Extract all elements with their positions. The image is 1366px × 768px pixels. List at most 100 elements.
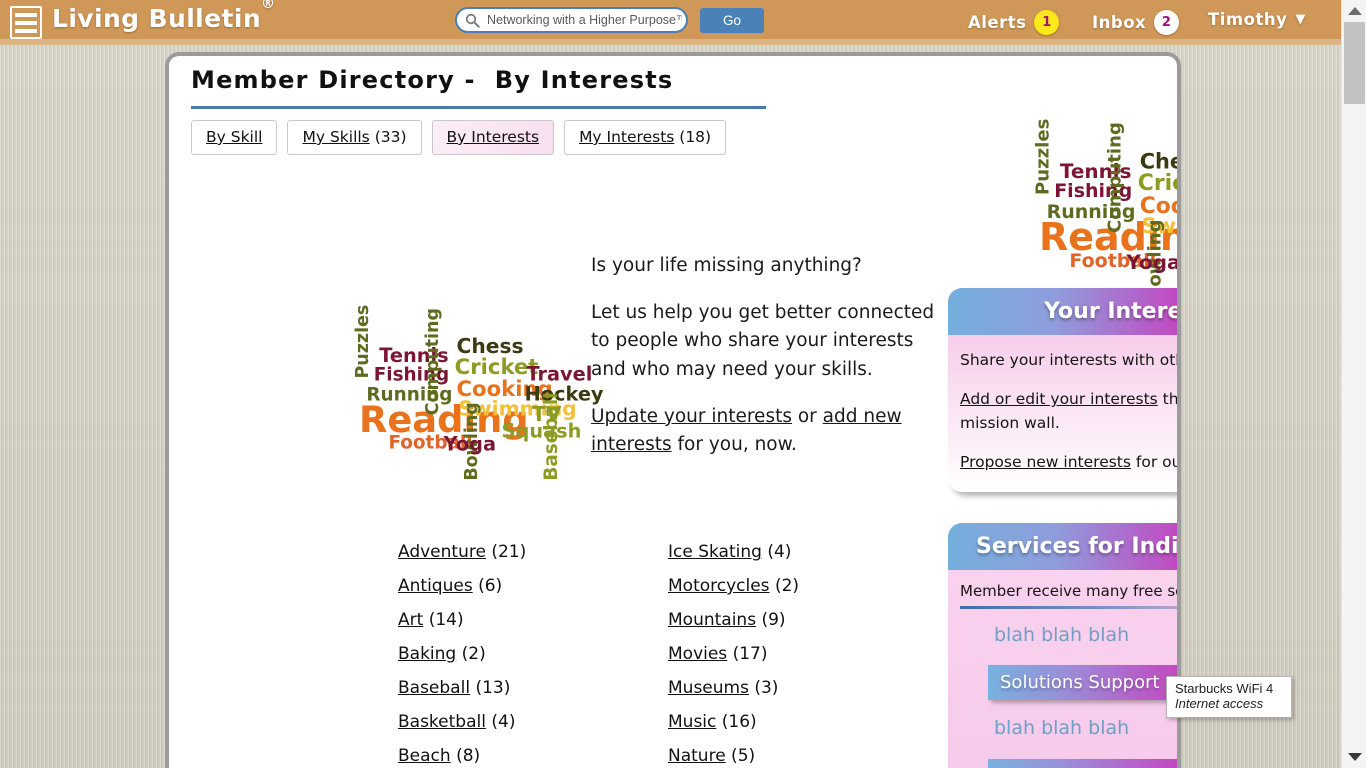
directory-tabs: By Skill My Skills (33) By Interests My Int… [191,120,781,155]
your-interests-panel-body: Share your interests with other Christia… [948,335,1181,492]
propose-new-interests-link[interactable]: Propose new interests [960,453,1131,471]
interests-word-cloud-body: Puzzles Tennis Fishing Running Reading Footba… [353,304,604,481]
list-item: Motorcycles (2) [668,576,898,596]
tab-label: By Interests [446,128,540,146]
services-for-individuals-panel: Services for Individuals: Member receive… [948,523,1177,768]
interest-link[interactable]: Nature [668,746,726,766]
add-or-edit-interests-link[interactable]: Add or edit your interests [960,390,1158,408]
tab-count: (33) [369,128,407,146]
tab-my-interests[interactable]: My Interests (18) [564,120,727,155]
alerts-label: Alerts [968,13,1027,32]
share-interests-text: Share your interests with other Christia… [960,351,1177,369]
interest-count: (4) [485,712,516,732]
page-title: Member Directory - By Interests [191,66,674,94]
interest-link[interactable]: Motorcycles [668,576,770,596]
word-cloud-term: Computing [422,307,443,416]
services-divider [960,605,1177,609]
brand-name: Living Bulletin [52,4,262,33]
word-cloud-term: Chess [1139,150,1177,175]
word-cloud-term: Chess [456,335,524,359]
list-item: Nature (5) [668,746,898,766]
page-scrollbar[interactable] [1341,0,1366,768]
scrollbar-thumb[interactable] [1344,22,1365,104]
word-cloud-term: Travel [526,362,593,385]
intro-mid-text: or [791,405,823,427]
search-container [455,7,688,33]
tab-by-skill[interactable]: By Skill [191,120,278,155]
interest-link[interactable]: Movies [668,644,727,664]
interest-link[interactable]: Museums [668,678,749,698]
hamburger-bar [15,28,37,33]
interest-count: (13) [470,678,511,698]
user-menu[interactable]: Timothy ▼ [1208,10,1306,29]
hamburger-bar [15,20,37,25]
interest-link[interactable]: Baseball [398,678,470,698]
brand-logo[interactable]: Living Bulletin® [52,0,275,33]
interest-link[interactable]: Art [398,610,423,630]
interest-link[interactable]: Beach [398,746,451,766]
search-input[interactable] [487,10,682,30]
triangle-down-icon [1347,753,1362,761]
scroll-up-arrow-icon[interactable] [1342,0,1366,22]
interest-link[interactable]: Music [668,712,716,732]
interest-link[interactable]: Basketball [398,712,486,732]
list-item: Baking (2) [398,644,628,664]
main-content-panel: Member Directory - By Interests By Skill… [165,52,1181,768]
interest-link[interactable]: Antiques [398,576,473,596]
inbox-nav-item[interactable]: Inbox 2 [1092,10,1180,35]
search-go-button[interactable]: Go [700,8,764,33]
interest-link[interactable]: Adventure [398,542,486,562]
word-cloud-term: Computing [1104,122,1126,233]
hamburger-bar [15,12,37,17]
tab-label: My Interests [579,128,675,146]
update-interests-link[interactable]: Update your interests [591,406,792,427]
tab-count: (18) [674,128,712,146]
tab-my-skills[interactable]: My Skills (33) [287,120,422,155]
propose-suffix: for our list. [1135,452,1181,471]
add-edit-paragraph: Add or edit your interests through your … [960,388,1177,435]
interest-count: (9) [756,610,786,630]
interest-count: (17) [727,644,768,664]
services-panel-title: Services for Individuals: [948,523,1177,570]
word-cloud-term: Baseball [539,392,562,481]
scroll-down-arrow-icon[interactable] [1342,746,1366,768]
interest-count: (6) [472,576,503,596]
wifi-tooltip: Starbucks WiFi 4 Internet access [1166,676,1292,718]
list-item: Ice Skating (4) [668,542,898,562]
intro-question: Is your life missing anything? [591,255,862,276]
list-item: Basketball (4) [398,712,628,732]
your-interests-panel-title: Your Interests? [948,288,1177,335]
alerts-nav-item[interactable]: Alerts 1 [968,10,1060,35]
interest-link[interactable]: Mountains [668,610,756,630]
interest-count: (2) [769,576,800,596]
list-item: Movies (17) [668,644,898,664]
word-cloud-term: Puzzles [1032,118,1054,195]
uplift-your-spirits-button[interactable]: Uplift Your Spirits [988,758,1177,768]
intro-paragraph: Let us help you get better connected to … [591,301,935,381]
list-item: Art (14) [398,610,628,630]
interest-link[interactable]: Baking [398,644,456,664]
your-interests-panel: Your Interests? Share your interests wit… [948,288,1181,492]
interest-count: (14) [423,610,464,630]
list-item: Baseball (13) [398,678,628,698]
interest-count: (2) [456,644,486,664]
solutions-support-button[interactable]: Solutions Support [988,665,1177,700]
list-item: Beach (8) [398,746,628,766]
tab-label: By Skill [206,128,263,146]
wifi-network-name: Starbucks WiFi 4 [1175,681,1274,696]
brand-registered-mark: ® [261,0,276,12]
tab-by-interests[interactable]: By Interests [431,120,555,155]
interest-count: (3) [748,678,779,698]
inbox-label: Inbox [1092,13,1147,32]
hamburger-menu-icon[interactable] [10,6,42,39]
intro-links: Update your interests or add new interes… [591,403,936,460]
alerts-badge: 1 [1034,10,1060,35]
word-cloud-term: Cricket [1137,171,1177,196]
tab-label: My Skills [302,128,370,146]
intro-tail-text: for you, now. [671,434,797,456]
search-box[interactable] [455,7,688,33]
list-item: Antiques (6) [398,576,628,596]
word-cloud-term: Yoga [443,432,497,455]
search-icon [465,13,480,28]
interest-link[interactable]: Ice Skating [668,542,762,562]
